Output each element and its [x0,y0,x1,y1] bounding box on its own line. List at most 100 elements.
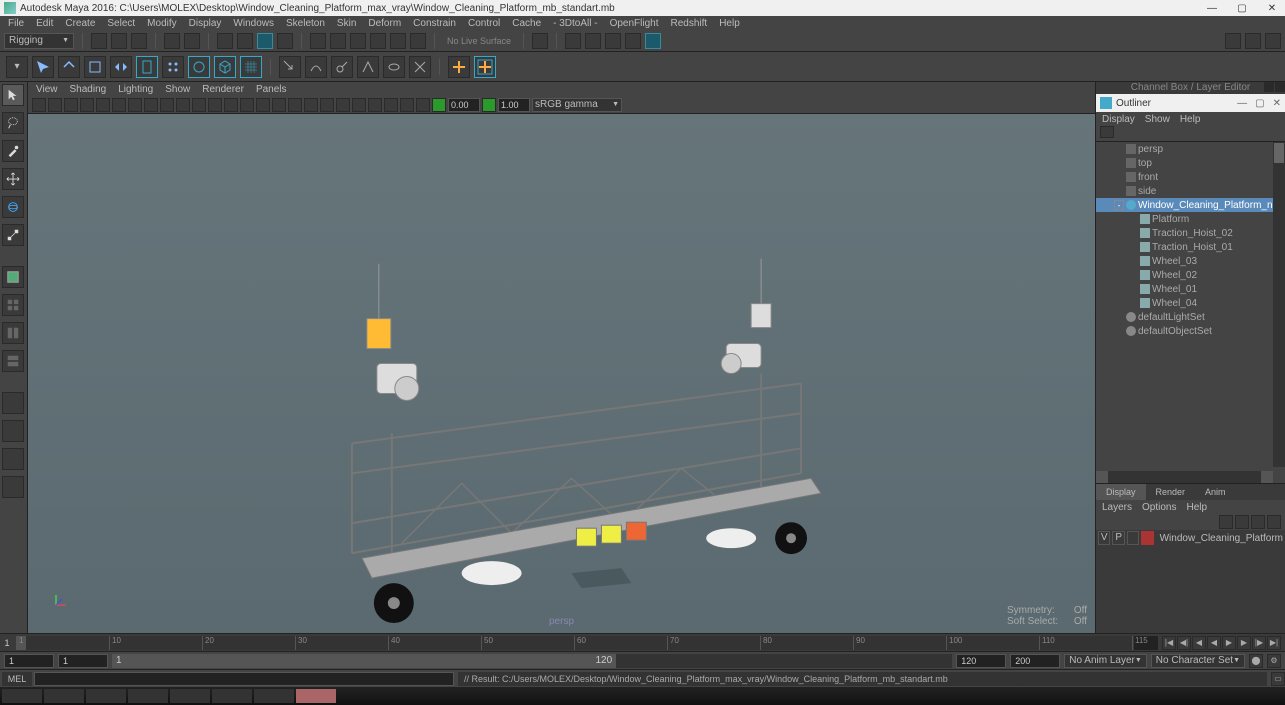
vp-grid-toggle[interactable] [112,98,126,112]
play-back-button[interactable]: ◀ [1207,636,1221,650]
viewport-3d-view[interactable]: persp Symmetry:Off Soft Select:Off [28,114,1095,633]
layout-more[interactable] [2,476,24,498]
layer-move-down[interactable] [1235,515,1249,529]
shelf-select-tool[interactable] [32,56,54,78]
layer-name[interactable]: Window_Cleaning_Platform [1156,533,1283,544]
outliner-item[interactable]: Wheel_02 [1096,268,1285,282]
tab-render[interactable]: Render [1146,484,1196,500]
render-frame-button[interactable] [565,33,581,49]
select-mode-hierarchy[interactable] [217,33,233,49]
select-mode-object[interactable] [237,33,253,49]
menu-deform[interactable]: Deform [368,18,401,29]
close-button[interactable]: ✕ [1263,1,1281,15]
snap-surface[interactable] [390,33,406,49]
shelf-sculpt[interactable] [409,56,431,78]
layers-menu-help[interactable]: Help [1186,502,1207,513]
range-start-inner[interactable] [58,654,108,668]
task-item[interactable] [254,689,294,703]
menu-skin[interactable]: Skin [337,18,356,29]
workspace-selector[interactable]: Rigging ▼ [4,33,74,49]
menu-redshift[interactable]: Redshift [671,18,708,29]
vp-image-plane[interactable] [64,98,78,112]
shelf-translate[interactable] [279,56,301,78]
vp-textured[interactable] [256,98,270,112]
outliner-item[interactable]: Traction_Hoist_01 [1096,240,1285,254]
vp-gamma-input-a[interactable] [448,98,480,112]
menu-cache[interactable]: Cache [512,18,541,29]
outliner-menu-show[interactable]: Show [1145,114,1170,125]
menu-display[interactable]: Display [189,18,222,29]
outliner-item[interactable]: Wheel_03 [1096,254,1285,268]
layout-two-stack[interactable] [2,350,24,372]
lasso-tool[interactable] [2,112,24,134]
goto-end-button[interactable]: ▶| [1267,636,1281,650]
vp-menu-view[interactable]: View [36,84,58,95]
shelf-manip[interactable] [357,56,379,78]
goto-start-button[interactable]: |◀ [1162,636,1176,650]
menu-windows[interactable]: Windows [233,18,274,29]
scroll-right-icon[interactable] [1261,471,1273,483]
snap-grid[interactable] [310,33,326,49]
shelf-scale[interactable] [331,56,353,78]
layer-new-selected[interactable] [1267,515,1281,529]
new-scene-button[interactable] [91,33,107,49]
menu-help[interactable]: Help [719,18,740,29]
shelf-cross-b[interactable] [474,56,496,78]
vp-bookmark[interactable] [48,98,62,112]
render-view-button[interactable] [625,33,641,49]
vp-isolate[interactable] [304,98,318,112]
tab-display[interactable]: Display [1096,484,1146,500]
maximize-button[interactable]: ▢ [1233,1,1251,15]
vp-field-chart[interactable] [176,98,190,112]
outliner-minimize[interactable]: — [1237,98,1247,109]
layout-three-c[interactable] [2,448,24,470]
shelf-select-all[interactable] [110,56,132,78]
vp-menu-panels[interactable]: Panels [256,84,287,95]
ipr-render-button[interactable] [585,33,601,49]
select-tool[interactable] [2,84,24,106]
vp-menu-show[interactable]: Show [165,84,190,95]
rotate-tool[interactable] [2,196,24,218]
panel-layout-a[interactable] [1225,33,1241,49]
panel-layout-b[interactable] [1245,33,1261,49]
shelf-lasso-tool[interactable] [58,56,80,78]
scale-tool[interactable] [2,224,24,246]
task-item[interactable] [86,689,126,703]
outliner-maximize[interactable]: ▢ [1255,98,1264,109]
outliner-tree[interactable]: persptopfrontside-Window_Cleaning_Platfo… [1096,142,1285,483]
shelf-invert-select[interactable] [162,56,184,78]
outliner-item[interactable]: top [1096,156,1285,170]
vp-wireframe[interactable] [224,98,238,112]
vp-gate-mask[interactable] [160,98,174,112]
menu-skeleton[interactable]: Skeleton [286,18,325,29]
select-mode-multi[interactable] [277,33,293,49]
task-item[interactable] [212,689,252,703]
vp-safe-title[interactable] [208,98,222,112]
shelf-grid[interactable] [240,56,262,78]
scroll-left-icon[interactable] [1096,471,1108,483]
tab-anim[interactable]: Anim [1195,484,1236,500]
layer-new-empty[interactable] [1251,515,1265,529]
vp-menu-lighting[interactable]: Lighting [118,84,153,95]
menu-openflight[interactable]: OpenFlight [610,18,659,29]
snap-point[interactable] [350,33,366,49]
paint-select-tool[interactable] [2,140,24,162]
vp-safe-action[interactable] [192,98,206,112]
vp-xray[interactable] [320,98,334,112]
task-item[interactable] [128,689,168,703]
select-mode-component[interactable] [257,33,273,49]
outliner-vscrollbar[interactable] [1273,142,1285,467]
snap-live-button[interactable] [410,33,426,49]
outliner-menu-help[interactable]: Help [1180,114,1201,125]
vp-expose[interactable] [352,98,366,112]
task-item[interactable] [170,689,210,703]
range-track[interactable]: 1 120 [112,654,952,668]
menu-constrain[interactable]: Constrain [413,18,456,29]
vp-film-gate[interactable] [128,98,142,112]
render-settings-button[interactable] [605,33,621,49]
character-set-select[interactable]: No Character Set ▼ [1151,654,1245,668]
vp-gamma-toggle-b[interactable] [482,98,496,112]
outliner-item[interactable]: Wheel_01 [1096,282,1285,296]
anim-layer-select[interactable]: No Anim Layer ▼ [1064,654,1147,668]
vp-aa[interactable] [400,98,414,112]
